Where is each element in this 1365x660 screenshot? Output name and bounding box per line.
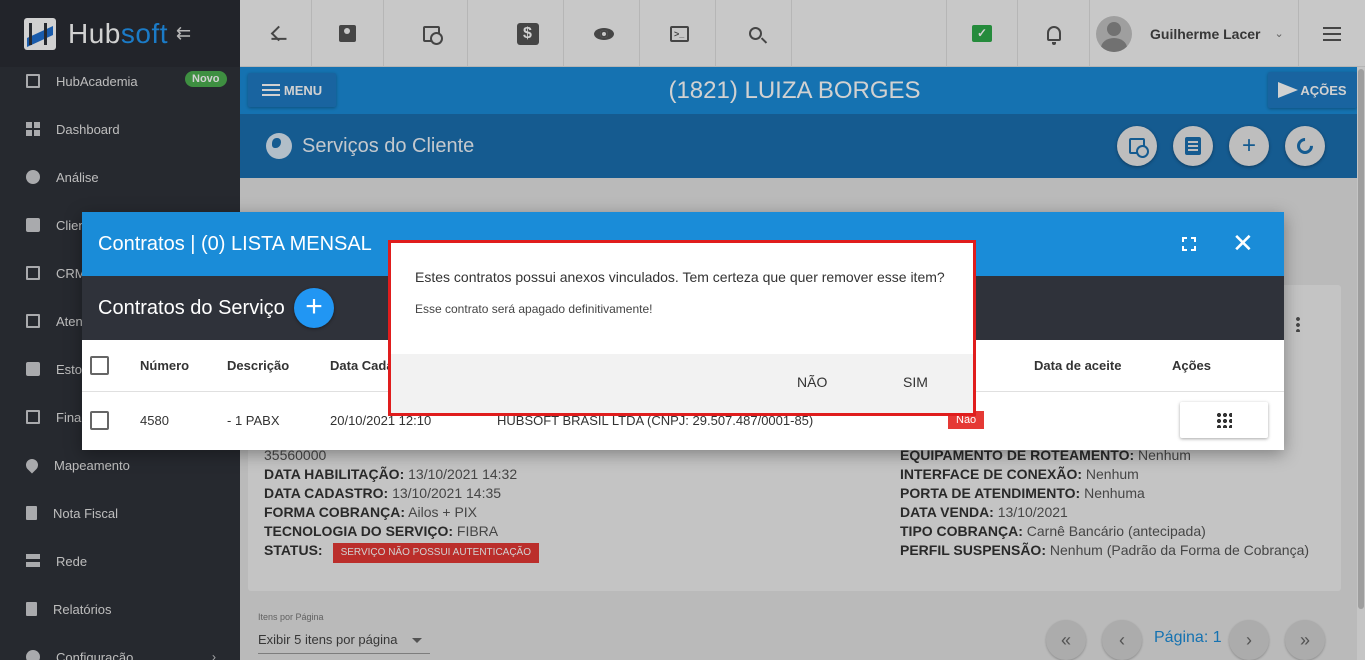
add-contract-button[interactable]: + xyxy=(294,288,334,328)
select-all-checkbox[interactable] xyxy=(90,356,109,375)
modal-title: Contratos | (0) LISTA MENSAL xyxy=(98,233,372,255)
no-button[interactable]: NÃO xyxy=(797,374,827,390)
cell-numero: 4580 xyxy=(140,413,169,428)
confirm-question: Estes contratos possui anexos vinculados… xyxy=(415,269,945,285)
fullscreen-icon[interactable] xyxy=(1181,236,1197,252)
row-actions-button[interactable] xyxy=(1180,402,1268,438)
confirm-dialog: Estes contratos possui anexos vinculados… xyxy=(388,240,976,416)
confirm-message: Esse contrato será apagado definitivamen… xyxy=(415,302,653,316)
column-header-numero[interactable]: Número xyxy=(140,358,189,373)
column-header-acoes: Ações xyxy=(1172,358,1212,373)
column-header-data-aceite[interactable]: Data de aceite xyxy=(1034,358,1121,373)
cell-descricao: - 1 PABX xyxy=(227,413,280,428)
column-header-descricao[interactable]: Descrição xyxy=(227,358,289,373)
confirm-footer: NÃO SIM xyxy=(391,354,973,413)
row-checkbox[interactable] xyxy=(90,411,109,430)
yes-button[interactable]: SIM xyxy=(903,374,928,390)
apps-grid-icon xyxy=(1216,412,1232,428)
modal-subtitle: Contratos do Serviço xyxy=(98,297,285,319)
close-icon[interactable]: ✕ xyxy=(1232,230,1254,256)
